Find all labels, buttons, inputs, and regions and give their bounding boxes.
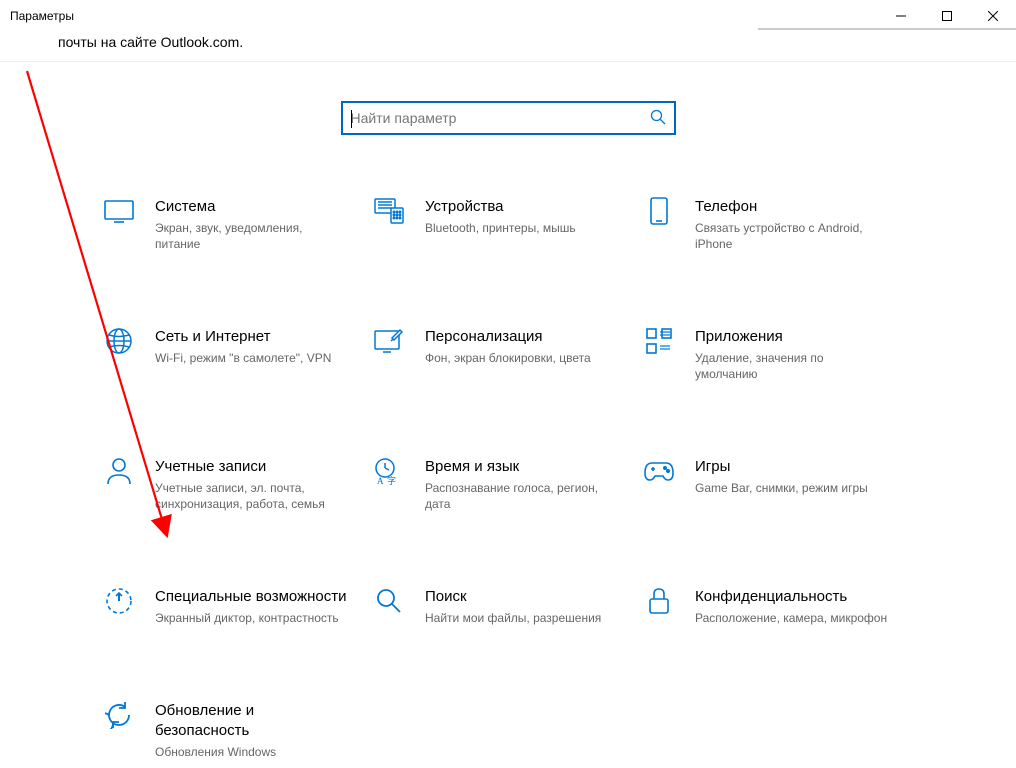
globe-icon <box>103 325 135 357</box>
category-title: Телефон <box>695 197 888 217</box>
subtitle-text: почты на сайте Outlook.com. <box>0 34 1016 50</box>
gaming-icon <box>643 455 675 487</box>
category-desc: Связать устройство с Android, iPhone <box>695 220 888 252</box>
privacy-icon <box>643 585 675 617</box>
category-desc: Game Bar, снимки, режим игры <box>695 480 888 496</box>
category-desc: Учетные записи, эл. почта, синхронизация… <box>155 480 348 512</box>
category-phone[interactable]: Телефон Связать устройство с Android, iP… <box>643 197 913 252</box>
personalization-icon <box>373 325 405 357</box>
category-title: Сеть и Интернет <box>155 327 348 347</box>
category-update-security[interactable]: Обновление и безопасность Обновления Win… <box>103 701 373 760</box>
category-desc: Распознавание голоса, регион, дата <box>425 480 618 512</box>
category-title: Система <box>155 197 348 217</box>
text-caret <box>351 110 352 128</box>
update-icon <box>103 699 135 731</box>
title-underline <box>758 28 1016 30</box>
category-title: Время и язык <box>425 457 618 477</box>
apps-icon <box>643 325 675 357</box>
category-desc: Экранный диктор, контрастность <box>155 610 348 626</box>
category-desc: Экран, звук, уведомления, питание <box>155 220 348 252</box>
category-system[interactable]: Система Экран, звук, уведомления, питани… <box>103 197 373 252</box>
category-title: Конфиденциальность <box>695 587 888 607</box>
category-ease-of-access[interactable]: Специальные возможности Экранный диктор,… <box>103 587 373 626</box>
category-network[interactable]: Сеть и Интернет Wi-Fi, режим "в самолете… <box>103 327 373 382</box>
category-apps[interactable]: Приложения Удаление, значения по умолчан… <box>643 327 913 382</box>
search-category-icon <box>373 585 405 617</box>
category-desc: Обновления Windows <box>155 744 348 760</box>
window-controls <box>878 0 1016 31</box>
category-title: Обновление и безопасность <box>155 701 348 741</box>
category-accounts[interactable]: Учетные записи Учетные записи, эл. почта… <box>103 457 373 512</box>
category-title: Специальные возможности <box>155 587 348 607</box>
category-time-language[interactable]: A 字 Время и язык Распознавание голоса, р… <box>373 457 643 512</box>
minimize-button[interactable] <box>878 0 924 31</box>
maximize-button[interactable] <box>924 0 970 31</box>
system-icon <box>103 195 135 227</box>
search-container <box>0 101 1016 135</box>
time-language-icon: A 字 <box>373 455 405 487</box>
search-icon <box>650 109 666 128</box>
category-personalization[interactable]: Персонализация Фон, экран блокировки, цв… <box>373 327 643 382</box>
category-desc: Фон, экран блокировки, цвета <box>425 350 618 366</box>
category-privacy[interactable]: Конфиденциальность Расположение, камера,… <box>643 587 913 626</box>
phone-icon <box>643 195 675 227</box>
settings-grid: Система Экран, звук, уведомления, питани… <box>103 197 913 760</box>
category-title: Игры <box>695 457 888 477</box>
accounts-icon <box>103 455 135 487</box>
svg-text:A: A <box>377 476 384 485</box>
category-devices[interactable]: Устройства Bluetooth, принтеры, мышь <box>373 197 643 252</box>
category-title: Устройства <box>425 197 618 217</box>
close-button[interactable] <box>970 0 1016 31</box>
category-title: Поиск <box>425 587 618 607</box>
category-title: Персонализация <box>425 327 618 347</box>
header-divider <box>0 61 1016 62</box>
window-titlebar: Параметры <box>0 0 1016 31</box>
category-title: Учетные записи <box>155 457 348 477</box>
category-title: Приложения <box>695 327 888 347</box>
category-desc: Wi-Fi, режим "в самолете", VPN <box>155 350 348 366</box>
category-desc: Найти мои файлы, разрешения <box>425 610 618 626</box>
category-desc: Удаление, значения по умолчанию <box>695 350 888 382</box>
ease-of-access-icon <box>103 585 135 617</box>
search-input[interactable] <box>351 110 650 126</box>
window-title: Параметры <box>10 9 74 23</box>
search-box[interactable] <box>341 101 676 135</box>
category-search[interactable]: Поиск Найти мои файлы, разрешения <box>373 587 643 626</box>
category-gaming[interactable]: Игры Game Bar, снимки, режим игры <box>643 457 913 512</box>
category-desc: Bluetooth, принтеры, мышь <box>425 220 618 236</box>
category-desc: Расположение, камера, микрофон <box>695 610 888 626</box>
devices-icon <box>373 195 405 227</box>
svg-text:字: 字 <box>387 475 396 485</box>
